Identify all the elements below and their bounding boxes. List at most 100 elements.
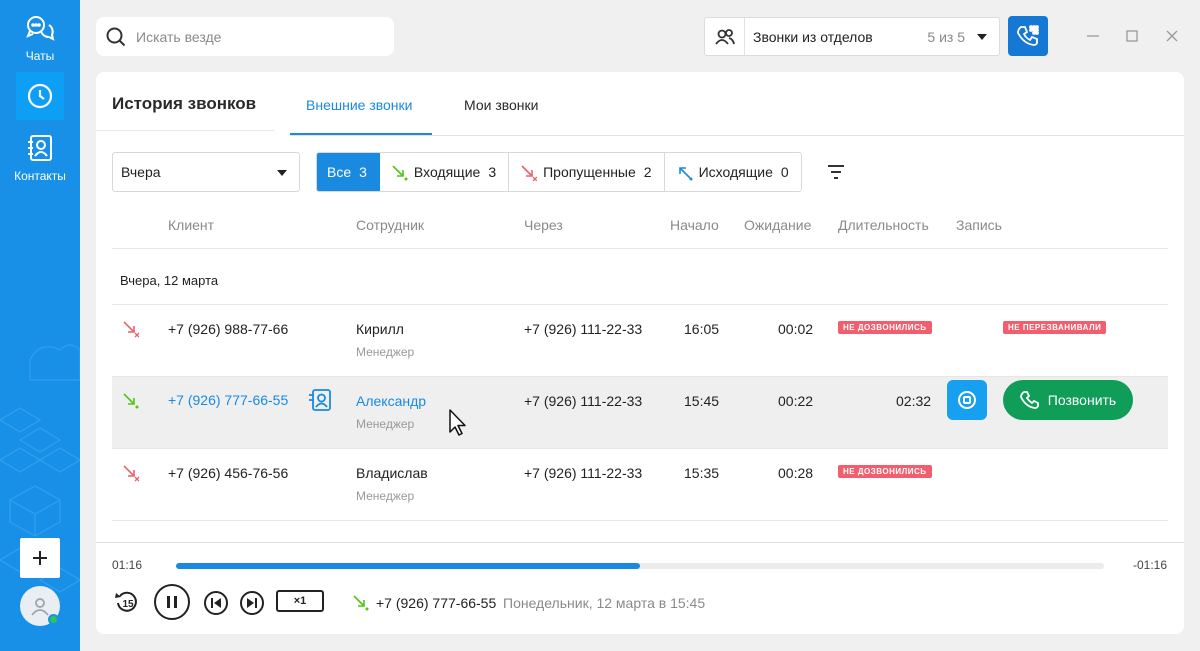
close-button[interactable] — [1164, 28, 1180, 44]
next-button[interactable] — [240, 591, 264, 615]
svg-text:15: 15 — [122, 599, 134, 610]
playback-speed-button[interactable]: ×1 — [276, 590, 324, 612]
filter-label: Все — [327, 164, 352, 180]
search-input[interactable]: Искать везде — [96, 17, 394, 56]
divider — [96, 130, 274, 131]
plus-icon — [33, 551, 47, 565]
stop-circle-icon — [958, 391, 976, 409]
filter-count: 3 — [488, 164, 497, 180]
remaining-time: -01:16 — [1133, 558, 1168, 572]
user-icon — [31, 598, 49, 616]
client-phone[interactable]: +7 (926) 988-77-66 — [168, 321, 288, 337]
chat-icon — [26, 16, 55, 41]
sidebar-item-contacts[interactable]: Контакты — [0, 134, 80, 183]
rewind-15-button[interactable]: 15 — [114, 590, 142, 614]
period-value: Вчера — [121, 164, 161, 180]
employee-name-link[interactable]: Александр — [356, 393, 426, 409]
table-row[interactable]: +7 (926) 777-66-55 Александр Менеджер +7… — [112, 377, 1168, 449]
departments-label: Звонки из отделов — [753, 28, 873, 45]
phone-dialpad-icon — [1017, 25, 1039, 46]
start-time: 15:45 — [684, 393, 720, 409]
missed-call-icon — [123, 321, 140, 338]
table-row[interactable]: +7 (926) 988-77-66 Кирилл Менеджер +7 (9… — [112, 305, 1168, 377]
tab-my-calls[interactable]: Мои звонки — [464, 97, 538, 113]
filter-label: Исходящие — [698, 164, 773, 180]
filter-lines-icon — [828, 165, 844, 179]
wait-time: 00:02 — [778, 321, 814, 337]
chevron-down-icon — [977, 33, 987, 40]
add-contact-icon[interactable] — [308, 389, 332, 411]
filter-outgoing[interactable]: Исходящие 0 — [664, 153, 801, 191]
filter-label: Входящие — [413, 164, 481, 180]
table-row[interactable]: +7 (926) 456-76-56 Владислав Менеджер +7… — [112, 449, 1168, 521]
minimize-icon — [1087, 35, 1099, 37]
wait-time: 00:22 — [778, 393, 814, 409]
via-phone: +7 (926) 111-22-33 — [524, 465, 643, 481]
incoming-call-icon — [392, 165, 408, 181]
maximize-icon — [1126, 30, 1138, 42]
departments-select[interactable]: Звонки из отделов 5 из 5 — [704, 17, 1000, 56]
via-phone: +7 (926) 111-22-33 — [524, 321, 643, 337]
period-select[interactable]: Вчера — [112, 152, 300, 192]
rewind-15-icon: 15 — [115, 591, 137, 612]
incoming-call-icon — [353, 595, 369, 611]
sidebar-item-label: Чаты — [25, 49, 55, 63]
pause-button[interactable] — [154, 584, 190, 620]
sidebar-item-chats[interactable]: Чаты — [0, 14, 80, 63]
previous-button[interactable] — [204, 591, 228, 615]
filter-label: Пропущенные — [543, 164, 636, 180]
skip-previous-icon — [211, 598, 221, 608]
sort-filter-button[interactable] — [826, 164, 846, 185]
tab-external-calls[interactable]: Внешние звонки — [306, 97, 412, 113]
duration: 02:32 — [896, 393, 932, 409]
filter-all[interactable]: Все 3 — [317, 153, 380, 191]
missed-call-icon — [521, 165, 538, 181]
record-play-button[interactable] — [947, 380, 987, 420]
search-icon — [106, 27, 126, 46]
column-header-record: Запись — [956, 217, 1002, 233]
column-header-client: Клиент — [168, 217, 215, 233]
page-title: История звонков — [112, 94, 257, 113]
column-header-via: Через — [524, 217, 563, 233]
client-phone[interactable]: +7 (926) 456-76-56 — [168, 465, 288, 481]
player-call-datetime: Понедельник, 12 марта в 15:45 — [503, 595, 706, 611]
divider — [96, 542, 1184, 543]
via-phone: +7 (926) 111-22-33 — [524, 393, 643, 409]
sidebar: Чаты Контакты — [0, 0, 80, 651]
maximize-button[interactable] — [1124, 28, 1140, 44]
dialpad-button[interactable] — [1008, 16, 1048, 56]
mouse-cursor-icon — [449, 409, 466, 436]
online-status-dot — [48, 614, 59, 625]
employee-name[interactable]: Кирилл — [356, 321, 404, 337]
departments-count: 5 из 5 — [927, 28, 965, 45]
contacts-book-icon — [28, 135, 52, 161]
minimize-button[interactable] — [1085, 28, 1101, 44]
close-icon — [1166, 30, 1178, 42]
filter-incoming[interactable]: Входящие 3 — [379, 153, 510, 191]
client-phone-link[interactable]: +7 (926) 777-66-55 — [168, 392, 288, 408]
clock-icon — [27, 83, 53, 109]
player-phone-number: +7 (926) 777-66-55 — [376, 595, 497, 611]
callback-badge: НЕ ПЕРЕЗВАНИВАЛИ — [1003, 321, 1107, 334]
outgoing-call-icon — [678, 167, 693, 181]
call-type-filter: Все 3 Входящие 3 Пропущенные 2 Исходящие… — [316, 152, 802, 192]
playback-progress-bar[interactable] — [176, 563, 1104, 569]
employee-role: Менеджер — [356, 417, 415, 431]
employee-role: Менеджер — [356, 489, 415, 503]
add-button[interactable] — [20, 538, 60, 578]
start-time: 16:05 — [684, 321, 720, 337]
sidebar-item-history[interactable] — [16, 72, 64, 120]
playback-progress-fill — [176, 563, 640, 569]
filter-missed[interactable]: Пропущенные 2 — [509, 153, 665, 191]
filter-count: 0 — [780, 164, 789, 180]
column-header-duration: Длительность — [838, 217, 929, 233]
missed-call-icon — [123, 465, 140, 482]
call-history-panel: История звонков Внешние звонки Мои звонк… — [96, 72, 1184, 634]
call-button[interactable]: Позвонить — [1003, 380, 1133, 420]
filter-count: 3 — [359, 164, 367, 180]
divider — [112, 520, 1168, 521]
active-tab-indicator — [290, 133, 432, 135]
skip-next-icon — [247, 598, 257, 608]
employee-name[interactable]: Владислав — [356, 465, 428, 481]
column-header-employee: Сотрудник — [356, 217, 425, 233]
